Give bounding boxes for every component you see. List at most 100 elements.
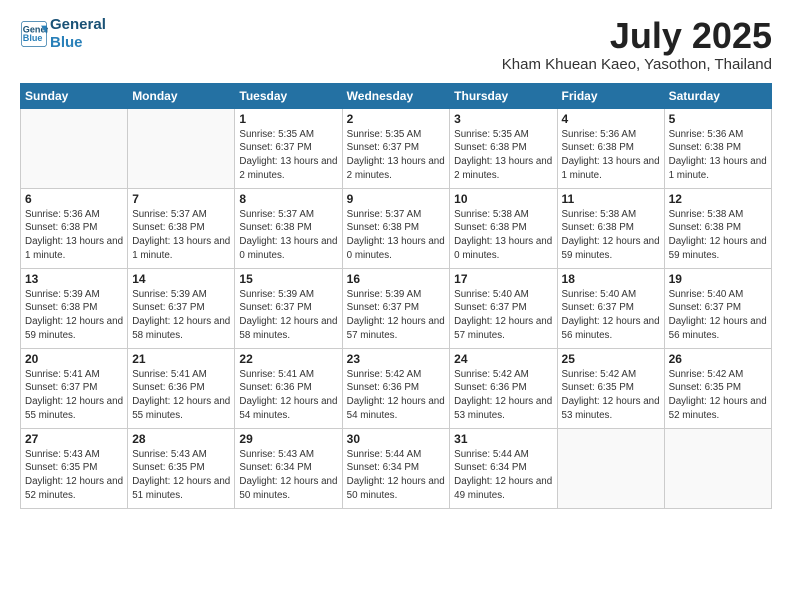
table-row: 17Sunrise: 5:40 AM Sunset: 6:37 PM Dayli… — [450, 268, 557, 348]
day-info: Sunrise: 5:42 AM Sunset: 6:35 PM Dayligh… — [669, 368, 767, 423]
table-row: 9 Sunrise: 5:37 AM Sunset: 6:38 PM Daylig… — [342, 188, 450, 268]
table-row: 14 Sunrise: 5:39 AM Sunset: 6:37 PM Dayli… — [128, 268, 235, 348]
table-row: 20Sunrise: 5:41 AM Sunset: 6:37 PM Dayli… — [21, 348, 128, 428]
day-number: 5 — [669, 112, 767, 126]
day-info: Sunrise: 5:36 AM Sunset: 6:38 PM Dayligh… — [562, 128, 660, 183]
table-row: 11 Sunrise: 5:38 AM Sunset: 6:38 PM Dayli… — [557, 188, 664, 268]
day-number: 14 — [132, 272, 230, 286]
location-title: Kham Khuean Kaeo, Yasothon, Thailand — [502, 56, 772, 73]
day-number: 20 — [25, 352, 123, 366]
day-info: Sunrise: 5:36 AM Sunset: 6:38 PM Dayligh… — [25, 208, 123, 263]
day-number: 23 — [347, 352, 446, 366]
day-number: 26 — [669, 352, 767, 366]
day-number: 21 — [132, 352, 230, 366]
table-row: 24Sunrise: 5:42 AM Sunset: 6:36 PM Dayli… — [450, 348, 557, 428]
table-row: 27Sunrise: 5:43 AM Sunset: 6:35 PM Dayli… — [21, 428, 128, 508]
day-info: Sunrise: 5:39 AM Sunset: 6:37 PM Dayligh… — [132, 288, 230, 343]
day-info: Sunrise: 5:36 AM Sunset: 6:38 PM Dayligh… — [669, 128, 767, 183]
day-number: 6 — [25, 192, 123, 206]
day-info: Sunrise: 5:38 AM Sunset: 6:38 PM Dayligh… — [669, 208, 767, 263]
table-row: 10 Sunrise: 5:38 AM Sunset: 6:38 PM Dayli… — [450, 188, 557, 268]
logo-icon: General Blue — [20, 20, 48, 48]
day-number: 30 — [347, 432, 446, 446]
day-number: 2 — [347, 112, 446, 126]
day-number: 11 — [562, 192, 660, 206]
calendar-body: 1 Sunrise: 5:35 AM Sunset: 6:37 PM Daylig… — [21, 108, 772, 508]
table-row: 30 Sunrise: 5:44 AM Sunset: 6:34 PM Dayli… — [342, 428, 450, 508]
day-info: Sunrise: 5:41 AM Sunset: 6:36 PM Dayligh… — [132, 368, 230, 423]
day-number: 27 — [25, 432, 123, 446]
page: General Blue General Blue July 2025 Kham… — [0, 0, 792, 519]
table-row: 31 Sunrise: 5:44 AM Sunset: 6:34 PM Dayli… — [450, 428, 557, 508]
table-row: 18 Sunrise: 5:40 AM Sunset: 6:37 PM Dayli… — [557, 268, 664, 348]
table-row — [21, 108, 128, 188]
table-row — [664, 428, 771, 508]
day-info: Sunrise: 5:40 AM Sunset: 6:37 PM Dayligh… — [562, 288, 660, 343]
day-info: Sunrise: 5:43 AM Sunset: 6:34 PM Dayligh… — [239, 448, 337, 503]
day-number: 13 — [25, 272, 123, 286]
table-row: 5 Sunrise: 5:36 AM Sunset: 6:38 PM Daylig… — [664, 108, 771, 188]
day-info: Sunrise: 5:39 AM Sunset: 6:37 PM Dayligh… — [347, 288, 446, 343]
day-info: Sunrise: 5:35 AM Sunset: 6:37 PM Dayligh… — [239, 128, 337, 183]
month-title: July 2025 — [502, 16, 772, 56]
header: General Blue General Blue July 2025 Kham… — [20, 16, 772, 73]
table-row: 1 Sunrise: 5:35 AM Sunset: 6:37 PM Daylig… — [235, 108, 342, 188]
day-number: 10 — [454, 192, 552, 206]
table-row: 29Sunrise: 5:43 AM Sunset: 6:34 PM Dayli… — [235, 428, 342, 508]
calendar-week-row: 20Sunrise: 5:41 AM Sunset: 6:37 PM Dayli… — [21, 348, 772, 428]
table-row: 23Sunrise: 5:42 AM Sunset: 6:36 PM Dayli… — [342, 348, 450, 428]
header-monday: Monday — [128, 83, 235, 108]
day-info: Sunrise: 5:41 AM Sunset: 6:36 PM Dayligh… — [239, 368, 337, 423]
day-number: 28 — [132, 432, 230, 446]
header-tuesday: Tuesday — [235, 83, 342, 108]
table-row: 2 Sunrise: 5:35 AM Sunset: 6:37 PM Daylig… — [342, 108, 450, 188]
day-info: Sunrise: 5:37 AM Sunset: 6:38 PM Dayligh… — [347, 208, 446, 263]
table-row: 8 Sunrise: 5:37 AM Sunset: 6:38 PM Daylig… — [235, 188, 342, 268]
table-row: 21 Sunrise: 5:41 AM Sunset: 6:36 PM Dayli… — [128, 348, 235, 428]
day-number: 15 — [239, 272, 337, 286]
day-info: Sunrise: 5:44 AM Sunset: 6:34 PM Dayligh… — [454, 448, 552, 503]
day-info: Sunrise: 5:37 AM Sunset: 6:38 PM Dayligh… — [239, 208, 337, 263]
table-row: 6 Sunrise: 5:36 AM Sunset: 6:38 PM Daylig… — [21, 188, 128, 268]
day-number: 24 — [454, 352, 552, 366]
day-number: 8 — [239, 192, 337, 206]
table-row: 4Sunrise: 5:36 AM Sunset: 6:38 PM Daylig… — [557, 108, 664, 188]
calendar-header-row: Sunday Monday Tuesday Wednesday Thursday… — [21, 83, 772, 108]
day-info: Sunrise: 5:44 AM Sunset: 6:34 PM Dayligh… — [347, 448, 446, 503]
header-sunday: Sunday — [21, 83, 128, 108]
day-info: Sunrise: 5:37 AM Sunset: 6:38 PM Dayligh… — [132, 208, 230, 263]
day-info: Sunrise: 5:35 AM Sunset: 6:37 PM Dayligh… — [347, 128, 446, 183]
day-info: Sunrise: 5:39 AM Sunset: 6:38 PM Dayligh… — [25, 288, 123, 343]
header-saturday: Saturday — [664, 83, 771, 108]
day-number: 19 — [669, 272, 767, 286]
calendar-table: Sunday Monday Tuesday Wednesday Thursday… — [20, 83, 772, 509]
table-row: 3Sunrise: 5:35 AM Sunset: 6:38 PM Daylig… — [450, 108, 557, 188]
calendar-week-row: 6 Sunrise: 5:36 AM Sunset: 6:38 PM Daylig… — [21, 188, 772, 268]
table-row: 7Sunrise: 5:37 AM Sunset: 6:38 PM Daylig… — [128, 188, 235, 268]
day-number: 25 — [562, 352, 660, 366]
day-number: 31 — [454, 432, 552, 446]
table-row — [557, 428, 664, 508]
logo: General Blue General Blue — [20, 16, 106, 52]
day-number: 18 — [562, 272, 660, 286]
calendar-week-row: 13 Sunrise: 5:39 AM Sunset: 6:38 PM Dayli… — [21, 268, 772, 348]
day-number: 22 — [239, 352, 337, 366]
header-wednesday: Wednesday — [342, 83, 450, 108]
header-thursday: Thursday — [450, 83, 557, 108]
day-info: Sunrise: 5:40 AM Sunset: 6:37 PM Dayligh… — [454, 288, 552, 343]
day-number: 1 — [239, 112, 337, 126]
svg-text:Blue: Blue — [23, 33, 43, 43]
table-row: 16 Sunrise: 5:39 AM Sunset: 6:37 PM Dayli… — [342, 268, 450, 348]
day-number: 9 — [347, 192, 446, 206]
day-number: 16 — [347, 272, 446, 286]
day-number: 3 — [454, 112, 552, 126]
day-info: Sunrise: 5:42 AM Sunset: 6:35 PM Dayligh… — [562, 368, 660, 423]
day-info: Sunrise: 5:38 AM Sunset: 6:38 PM Dayligh… — [562, 208, 660, 263]
calendar-week-row: 27 Sunrise: 5:43 AM Sunset: 6:35 PM Dayli… — [21, 428, 772, 508]
day-info: Sunrise: 5:40 AM Sunset: 6:37 PM Dayligh… — [669, 288, 767, 343]
day-info: Sunrise: 5:43 AM Sunset: 6:35 PM Dayligh… — [132, 448, 230, 503]
title-section: July 2025 Kham Khuean Kaeo, Yasothon, Th… — [502, 16, 772, 73]
table-row: 15Sunrise: 5:39 AM Sunset: 6:37 PM Dayli… — [235, 268, 342, 348]
header-friday: Friday — [557, 83, 664, 108]
day-info: Sunrise: 5:38 AM Sunset: 6:38 PM Dayligh… — [454, 208, 552, 263]
